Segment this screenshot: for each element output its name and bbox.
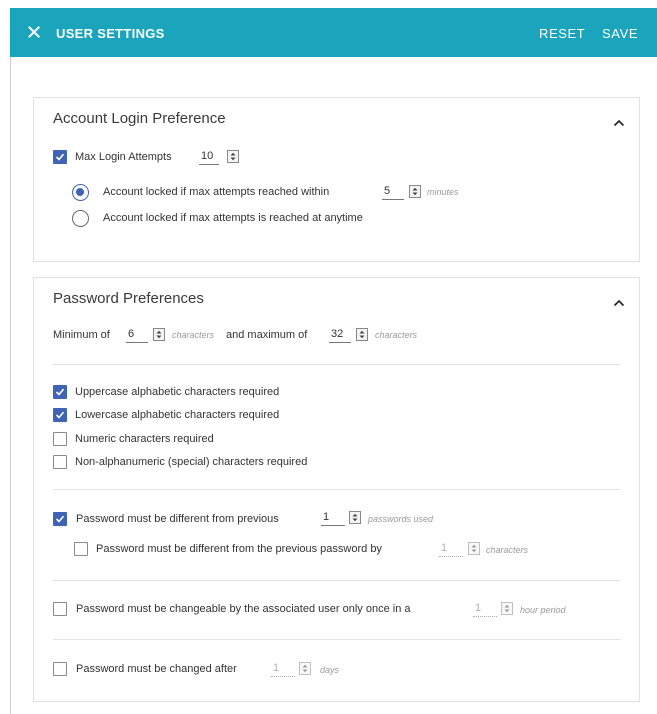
page-title: USER SETTINGS (56, 26, 165, 41)
min-length-spinner[interactable] (153, 328, 165, 341)
lowercase-required-checkbox[interactable] (53, 408, 67, 422)
account-login-title: Account Login Preference (53, 110, 226, 127)
different-by-unit: characters (486, 545, 529, 555)
special-required-checkbox[interactable] (53, 455, 67, 469)
password-preferences-title: Password Preferences (53, 290, 204, 307)
close-icon[interactable] (27, 25, 41, 39)
changed-after-checkbox[interactable] (53, 662, 67, 676)
divider (53, 580, 621, 581)
max-login-attempts-spinner[interactable] (227, 150, 239, 163)
changed-after-label: Password must be changed after (76, 663, 237, 675)
lock-within-radio[interactable] (72, 184, 89, 201)
lock-minutes-unit: minutes (427, 187, 459, 197)
different-by-checkbox[interactable] (74, 542, 88, 556)
lock-minutes-input[interactable]: 5 (382, 185, 404, 200)
save-button[interactable]: SAVE (602, 26, 638, 41)
minimum-label: Minimum of (53, 329, 110, 341)
min-length-unit: characters (172, 330, 215, 340)
changeable-once-checkbox[interactable] (53, 602, 67, 616)
max-login-attempts-checkbox[interactable] (53, 150, 67, 164)
different-by-input[interactable]: 1 (439, 542, 463, 557)
password-preferences-card: Password Preferences Minimum of 6 charac… (33, 277, 640, 702)
app-header: USER SETTINGS RESET SAVE (10, 8, 657, 57)
uppercase-required-checkbox[interactable] (53, 385, 67, 399)
previous-count-input[interactable]: 1 (321, 511, 345, 526)
changeable-once-label: Password must be changeable by the assoc… (76, 603, 411, 615)
account-login-card: Account Login Preference Max Login Attem… (33, 97, 640, 262)
max-length-unit: characters (375, 330, 418, 340)
reset-button[interactable]: RESET (539, 26, 585, 41)
chevron-up-icon[interactable] (613, 294, 625, 312)
numeric-required-label: Numeric characters required (75, 433, 214, 445)
different-previous-checkbox[interactable] (53, 512, 67, 526)
different-previous-label: Password must be different from previous (76, 513, 279, 525)
chevron-up-icon[interactable] (613, 114, 625, 132)
special-required-label: Non-alphanumeric (special) characters re… (75, 456, 308, 468)
different-by-spinner[interactable] (468, 542, 480, 555)
previous-count-unit: passwords used (368, 514, 434, 524)
divider (53, 489, 621, 490)
lock-anytime-label: Account locked if max attempts is reache… (103, 212, 363, 224)
min-length-input[interactable]: 6 (126, 328, 148, 343)
changed-after-spinner[interactable] (299, 662, 311, 675)
changed-after-unit: days (320, 665, 340, 675)
max-length-spinner[interactable] (356, 328, 368, 341)
maximum-label: and maximum of (226, 329, 308, 341)
different-by-label: Password must be different from the prev… (96, 543, 382, 555)
lock-minutes-spinner[interactable] (409, 185, 421, 198)
changed-after-input[interactable]: 1 (271, 662, 295, 677)
previous-count-spinner[interactable] (349, 511, 361, 524)
lowercase-required-label: Lowercase alphabetic characters required (75, 409, 280, 421)
uppercase-required-label: Uppercase alphabetic characters required (75, 386, 280, 398)
hour-period-spinner[interactable] (501, 602, 513, 615)
max-login-attempts-label: Max Login Attempts (75, 151, 172, 163)
divider (53, 639, 621, 640)
panel-left-border (10, 57, 11, 714)
hour-period-unit: hour period (520, 605, 566, 615)
lock-anytime-radio[interactable] (72, 210, 89, 227)
hour-period-input[interactable]: 1 (473, 602, 497, 617)
lock-within-label: Account locked if max attempts reached w… (103, 186, 330, 198)
numeric-required-checkbox[interactable] (53, 432, 67, 446)
max-length-input[interactable]: 32 (329, 328, 351, 343)
divider (53, 364, 621, 365)
max-login-attempts-input[interactable]: 10 (199, 150, 219, 165)
